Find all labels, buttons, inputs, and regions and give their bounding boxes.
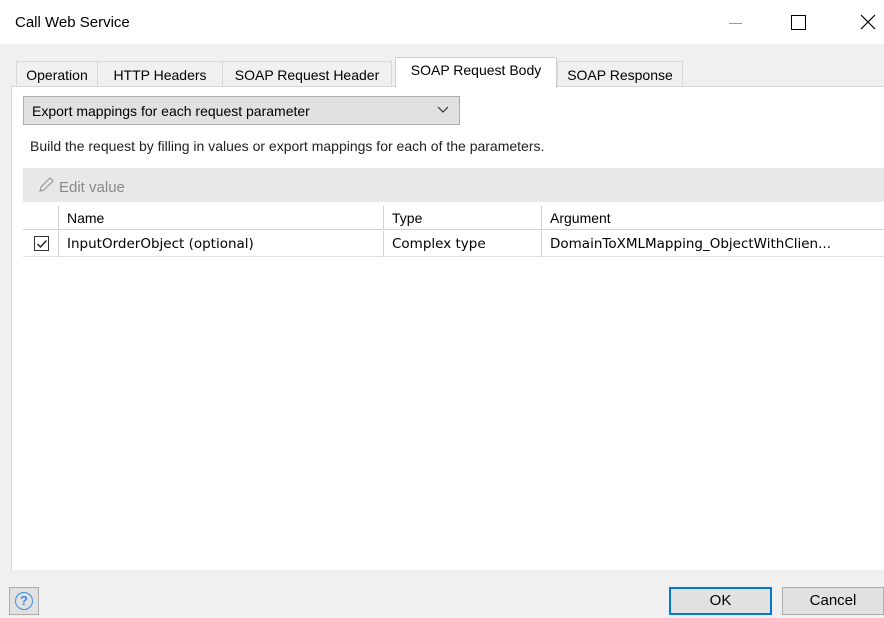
ok-button[interactable]: OK [669, 587, 772, 615]
tab-http-headers[interactable]: HTTP Headers [97, 61, 223, 87]
dialog-footer: ? OK Cancel [0, 570, 884, 618]
minimize-button[interactable] [716, 4, 756, 40]
row-argument[interactable]: DomainToXMLMapping_ObjectWithClien... [542, 231, 884, 257]
mapping-mode-value: Export mappings for each request paramet… [32, 103, 310, 119]
close-icon [860, 14, 876, 30]
row-name: InputOrderObject (optional) [59, 231, 384, 257]
edit-value-label: Edit value [59, 179, 125, 196]
cancel-button[interactable]: Cancel [782, 587, 884, 615]
mapping-mode-select[interactable]: Export mappings for each request paramet… [23, 96, 460, 125]
tab-panel: Export mappings for each request paramet… [11, 86, 884, 570]
header-argument[interactable]: Argument [542, 206, 884, 230]
table-row[interactable]: InputOrderObject (optional) Complex type… [23, 231, 884, 257]
checkmark-icon [37, 240, 48, 249]
tab-soap-request-header[interactable]: SOAP Request Header [222, 61, 392, 87]
tab-soap-request-body[interactable]: SOAP Request Body [395, 57, 557, 88]
tab-operation[interactable]: Operation [16, 61, 98, 87]
parameters-grid: Name Type Argument InputOrderObject (opt… [23, 206, 884, 506]
grid-header: Name Type Argument [23, 206, 884, 230]
header-check [23, 206, 59, 230]
window-title: Call Web Service [15, 14, 130, 31]
maximize-button[interactable] [779, 4, 819, 40]
close-button[interactable] [848, 4, 884, 40]
tab-bar: Operation HTTP Headers SOAP Request Head… [16, 57, 884, 88]
header-type[interactable]: Type [384, 206, 542, 230]
help-button[interactable]: ? [9, 587, 39, 615]
toolbar: Edit value [23, 168, 884, 202]
description-text: Build the request by filling in values o… [30, 138, 545, 154]
row-checkbox[interactable] [34, 236, 49, 251]
pencil-icon [39, 177, 54, 192]
call-web-service-dialog: Call Web Service Operation HTTP Headers … [0, 0, 884, 618]
help-circle-icon: ? [15, 592, 33, 610]
tab-soap-response[interactable]: SOAP Response [557, 61, 683, 87]
edit-value-button[interactable]: Edit value [37, 176, 125, 196]
title-bar: Call Web Service [0, 0, 884, 44]
row-type: Complex type [384, 231, 542, 257]
chevron-down-icon [437, 106, 449, 113]
header-name[interactable]: Name [59, 206, 384, 230]
row-check-cell [23, 231, 59, 257]
